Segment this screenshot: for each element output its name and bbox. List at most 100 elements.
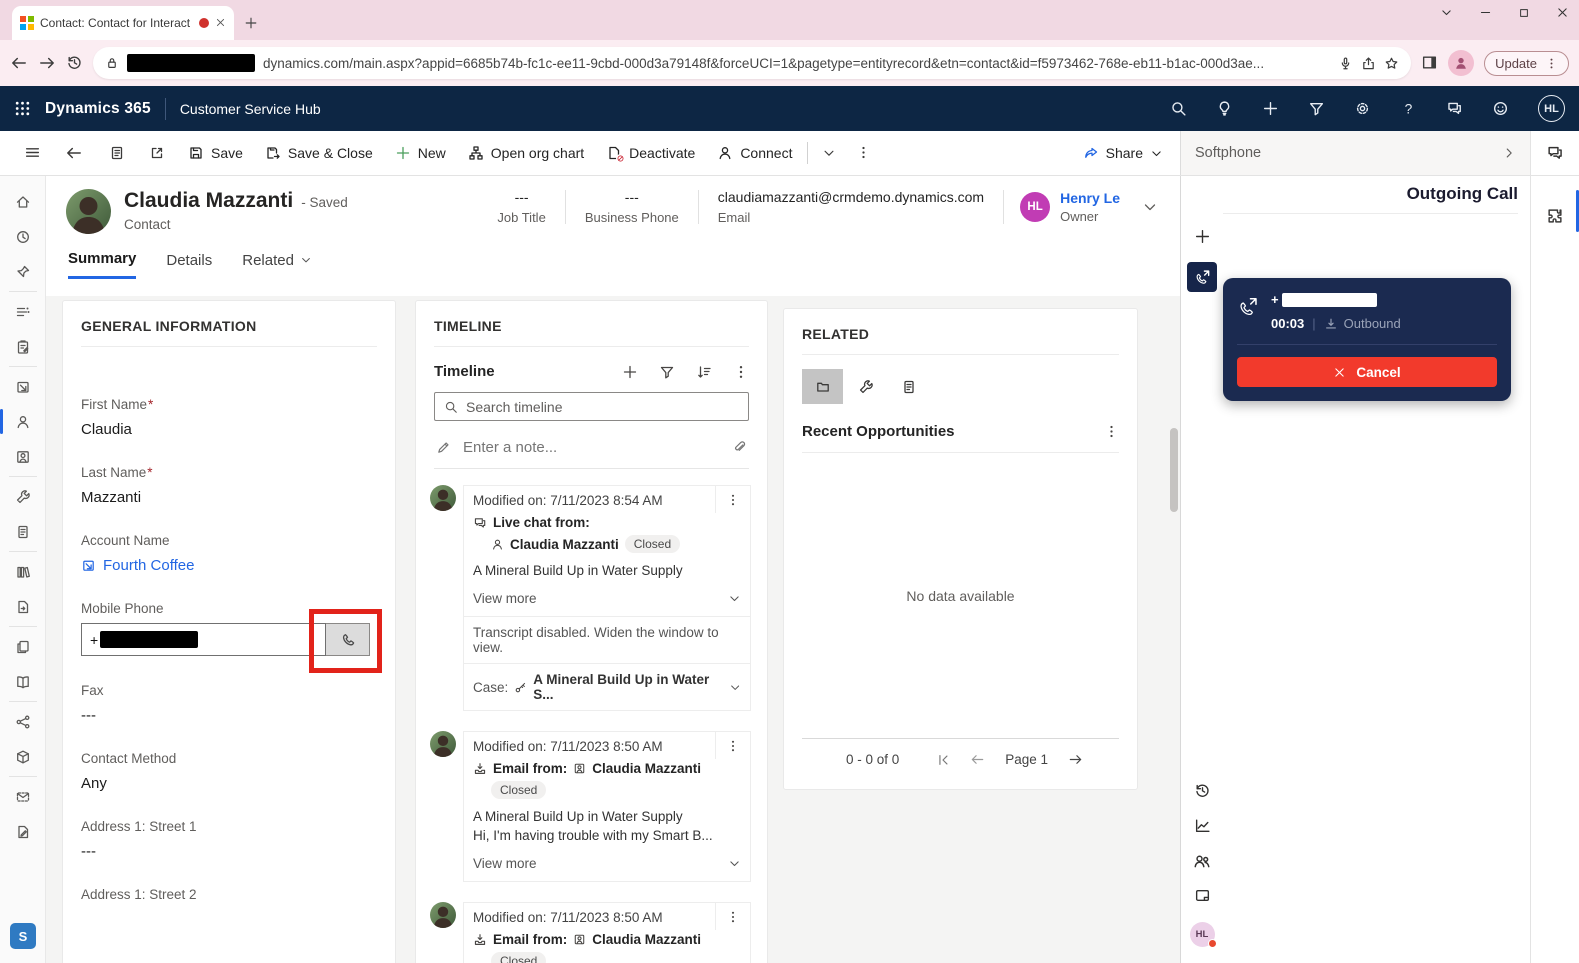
sidebar-item-products[interactable] — [0, 739, 46, 774]
entry-more-icon[interactable] — [715, 903, 750, 930]
favorite-star-icon[interactable] — [1384, 56, 1399, 71]
related-tab-entitlements[interactable] — [888, 369, 929, 404]
feedback-chat-icon[interactable] — [1446, 100, 1463, 117]
cancel-call-button[interactable]: Cancel — [1237, 357, 1497, 387]
collapse-panel-chevron-icon[interactable] — [1502, 146, 1516, 160]
related-more-icon[interactable] — [1104, 424, 1119, 439]
field-contact-method[interactable]: Contact Method Any — [81, 751, 377, 792]
settings-gear-icon[interactable] — [1354, 100, 1371, 117]
refresh-button[interactable] — [66, 54, 83, 72]
sidebar-item-article-templates[interactable] — [0, 629, 46, 664]
content-scrollbar-thumb[interactable] — [1170, 428, 1178, 512]
sidebar-item-knowledge-book[interactable] — [0, 664, 46, 699]
field-mobile-phone[interactable]: Mobile Phone + — [81, 601, 377, 656]
timeline-entry-box[interactable]: Modified on: 7/11/2023 8:50 AM Email fro… — [463, 902, 751, 963]
search-icon[interactable] — [1170, 100, 1187, 117]
sidebar-item-entitlements[interactable] — [0, 704, 46, 739]
help-icon[interactable] — [1400, 100, 1417, 117]
popout-icon[interactable] — [137, 144, 177, 162]
view-more-toggle[interactable]: View more — [473, 591, 741, 606]
owner-name-link[interactable]: Henry Le — [1060, 190, 1120, 206]
entry-more-icon[interactable] — [715, 732, 750, 759]
view-more-toggle[interactable]: View more — [473, 856, 741, 871]
entry-contact-name[interactable]: Claudia Mazzanti — [592, 761, 701, 776]
sidebar-item-knowledge-search[interactable] — [0, 589, 46, 624]
header-field-business-phone[interactable]: --- Business Phone — [566, 189, 698, 225]
browser-tab[interactable]: Contact: Contact for Interact — [12, 6, 234, 40]
sidebar-item-social-profiles[interactable] — [0, 439, 46, 474]
first-name-value[interactable]: Claudia — [81, 421, 377, 438]
dynamics-brand[interactable]: Dynamics 365 — [45, 100, 151, 118]
owner-field[interactable]: HL Henry Le Owner — [1004, 190, 1120, 224]
new-button[interactable]: New — [384, 131, 457, 175]
address-bar[interactable]: dynamics.com/main.aspx?appid=6685b74b-fc… — [93, 47, 1411, 79]
connect-button[interactable]: Connect — [706, 131, 803, 175]
field-first-name[interactable]: First Name* Claudia — [81, 397, 377, 438]
contact-avatar[interactable] — [66, 189, 111, 234]
new-tab-button[interactable] — [244, 14, 258, 32]
window-minimize-button[interactable] — [1479, 4, 1492, 22]
entry-more-icon[interactable] — [715, 486, 750, 513]
browser-sidebar-icon[interactable] — [1421, 54, 1438, 72]
sidebar-item-contracts[interactable] — [0, 814, 46, 849]
active-call-tab[interactable] — [1187, 262, 1217, 292]
entry-contact-name[interactable]: Claudia Mazzanti — [592, 932, 701, 947]
entry-case-row[interactable]: Case: A Mineral Build Up in Water S... — [464, 663, 750, 710]
sidebar-item-contacts[interactable] — [0, 404, 46, 439]
insights-bulb-icon[interactable] — [1216, 100, 1233, 117]
share-button[interactable]: Share — [1072, 131, 1174, 175]
related-tab-cases[interactable] — [845, 369, 886, 404]
timeline-filter-icon[interactable] — [659, 364, 675, 380]
teams-chat-rail-button[interactable] — [1530, 131, 1579, 175]
timeline-search-input[interactable]: Search timeline — [434, 392, 749, 421]
case-link[interactable]: A Mineral Build Up in Water S... — [533, 672, 722, 702]
command-overflow-chevron-icon[interactable] — [812, 144, 846, 162]
previous-page-icon[interactable] — [970, 752, 985, 767]
last-name-value[interactable]: Mazzanti — [81, 489, 377, 506]
next-page-icon[interactable] — [1068, 752, 1083, 767]
area-switcher-service[interactable]: S — [10, 923, 36, 949]
entry-contact-name[interactable]: Claudia Mazzanti — [510, 537, 619, 552]
tab-summary[interactable]: Summary — [68, 250, 136, 279]
field-address1-street1[interactable]: Address 1: Street 1 --- — [81, 819, 377, 860]
attachment-paperclip-icon[interactable] — [732, 440, 747, 455]
timeline-more-icon[interactable] — [733, 364, 749, 380]
call-phone-button[interactable] — [326, 623, 370, 656]
go-back-button[interactable] — [51, 144, 97, 162]
enter-note-input[interactable]: Enter a note... — [434, 427, 749, 469]
notes-card-icon[interactable] — [1194, 887, 1211, 905]
mobile-phone-input[interactable]: + — [81, 623, 326, 656]
sidebar-item-home[interactable] — [0, 184, 46, 219]
save-and-close-button[interactable]: Save & Close — [254, 131, 384, 175]
field-last-name[interactable]: Last Name* Mazzanti — [81, 465, 377, 506]
timeline-entry-box[interactable]: Modified on: 7/11/2023 8:54 AM Live chat… — [463, 485, 751, 711]
field-fax[interactable]: Fax --- — [81, 683, 377, 724]
tab-close-icon[interactable] — [215, 14, 226, 32]
deactivate-button[interactable]: Deactivate — [595, 131, 706, 175]
related-tab-opportunities[interactable] — [802, 369, 843, 404]
sidebar-item-queues[interactable] — [0, 514, 46, 549]
browser-update-button[interactable]: Update — [1484, 51, 1569, 76]
open-org-chart-button[interactable]: Open org chart — [457, 131, 595, 175]
agent-presence-avatar[interactable]: HL — [1190, 922, 1215, 947]
sidebar-item-knowledge-articles[interactable] — [0, 554, 46, 589]
forward-button[interactable] — [38, 54, 56, 72]
fax-value[interactable]: --- — [81, 707, 377, 724]
field-address1-street2[interactable]: Address 1: Street 2 — [81, 887, 377, 902]
timeline-sort-icon[interactable] — [696, 364, 712, 380]
save-button[interactable]: Save — [177, 131, 254, 175]
contact-method-value[interactable]: Any — [81, 775, 377, 792]
more-commands-icon[interactable] — [846, 144, 881, 162]
window-maximize-button[interactable] — [1518, 4, 1530, 22]
softphone-panel-header[interactable]: Softphone — [1180, 131, 1530, 175]
plugin-puzzle-icon[interactable] — [1531, 198, 1579, 234]
header-expand-chevron-icon[interactable] — [1142, 198, 1158, 216]
browser-profile-avatar[interactable] — [1448, 50, 1474, 76]
chevron-down-icon[interactable] — [729, 681, 741, 694]
share-page-icon[interactable] — [1361, 56, 1376, 71]
app-name[interactable]: Customer Service Hub — [180, 101, 321, 117]
tab-related[interactable]: Related — [242, 250, 312, 279]
add-session-plus-icon[interactable] — [1194, 228, 1211, 246]
analytics-icon[interactable] — [1194, 817, 1211, 835]
form-selector-icon[interactable] — [97, 144, 137, 162]
